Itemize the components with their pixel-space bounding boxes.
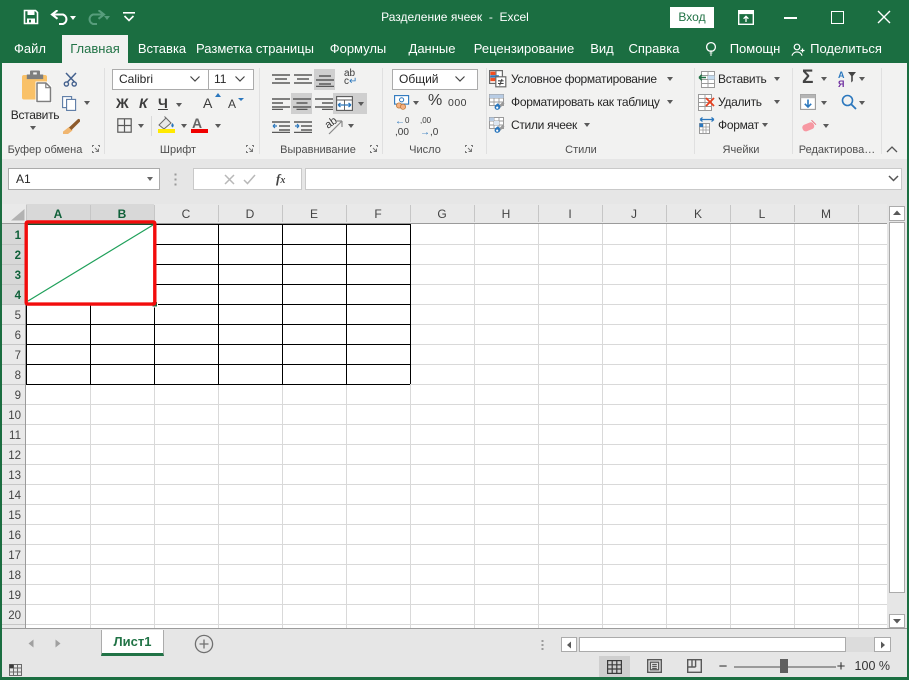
svg-text:G: G	[437, 207, 446, 221]
svg-text:16: 16	[8, 530, 21, 542]
svg-text:1: 1	[15, 230, 22, 242]
svg-text:D: D	[246, 207, 255, 221]
svg-text:F: F	[374, 207, 381, 221]
svg-text:17: 17	[8, 550, 21, 562]
svg-text:7: 7	[15, 350, 21, 362]
svg-text:4: 4	[15, 290, 22, 302]
svg-text:J: J	[631, 207, 637, 221]
svg-text:2: 2	[15, 250, 21, 262]
svg-text:C: C	[182, 207, 191, 221]
svg-text:19: 19	[8, 590, 21, 602]
svg-text:12: 12	[8, 450, 21, 462]
svg-text:15: 15	[8, 510, 21, 522]
svg-text:A: A	[54, 207, 63, 221]
svg-text:E: E	[310, 207, 318, 221]
svg-text:M: M	[821, 207, 831, 221]
svg-text:20: 20	[8, 610, 21, 622]
svg-text:14: 14	[8, 490, 21, 502]
svg-text:13: 13	[8, 470, 21, 482]
svg-text:18: 18	[8, 570, 21, 582]
svg-text:10: 10	[8, 410, 21, 422]
svg-text:5: 5	[15, 310, 21, 322]
svg-text:I: I	[568, 207, 571, 221]
svg-text:11: 11	[9, 430, 21, 442]
svg-text:B: B	[118, 207, 127, 221]
svg-text:3: 3	[15, 270, 21, 282]
svg-text:8: 8	[15, 370, 21, 382]
svg-text:Я: Я	[838, 79, 844, 88]
svg-text:L: L	[759, 207, 766, 221]
svg-text:6: 6	[15, 330, 21, 342]
svg-text:H: H	[502, 207, 511, 221]
svg-text:K: K	[694, 207, 702, 221]
svg-text:9: 9	[15, 390, 21, 402]
